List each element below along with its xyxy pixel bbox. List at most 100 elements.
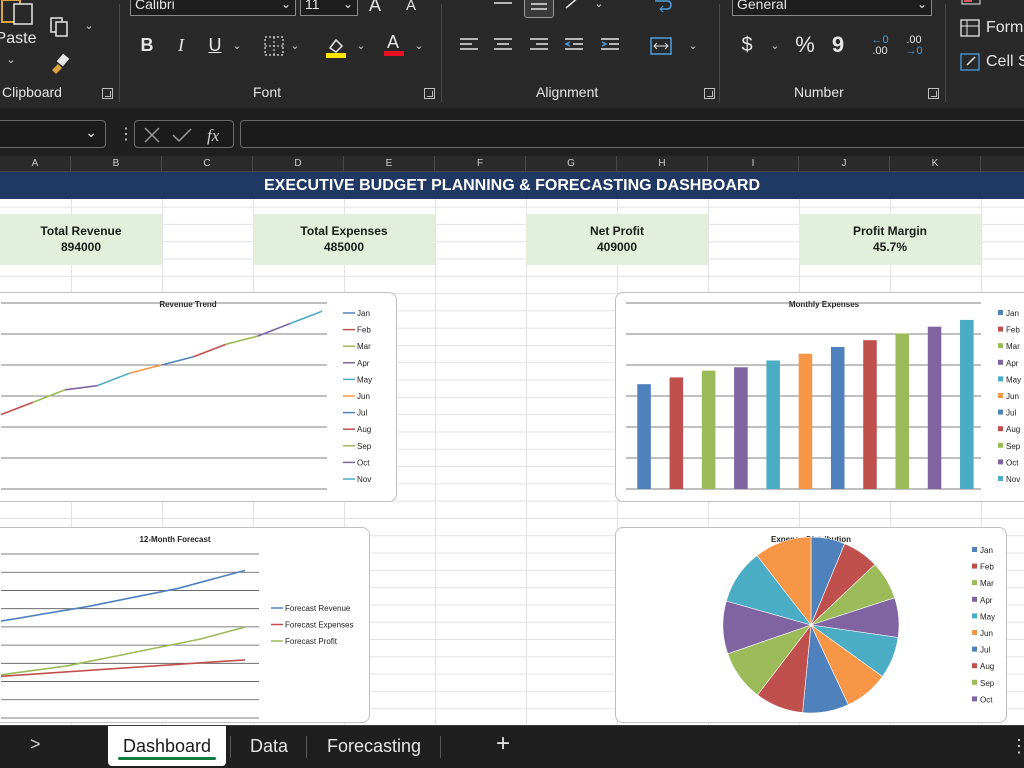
column-header-c[interactable]: C [162, 156, 253, 172]
currency-button[interactable]: $ [736, 34, 758, 56]
increase-indent-icon[interactable] [598, 34, 622, 56]
fill-color-icon[interactable] [324, 34, 348, 60]
font-color-glyph: A [387, 32, 399, 52]
cell-styles-button[interactable]: Cell S [986, 50, 1024, 74]
format-table-icon[interactable] [958, 16, 982, 40]
insert-function-icon[interactable]: fx [207, 126, 220, 145]
tab-dashboard[interactable]: Dashboard [108, 726, 226, 766]
font-launcher-icon[interactable] [424, 88, 435, 99]
tab-data[interactable]: Data [236, 726, 302, 766]
copy-icon[interactable] [46, 14, 72, 40]
kpi-value: 894000 [60, 240, 102, 254]
underline-dropdown-icon[interactable]: ⌄ [230, 38, 244, 52]
more-options-icon[interactable]: ⋮ [1010, 736, 1024, 757]
legend-label: Sep [980, 679, 995, 688]
underline-button[interactable]: U [204, 34, 226, 56]
clipboard-launcher-icon[interactable] [102, 88, 113, 99]
expense-distribution-chart[interactable]: Expense DistributionJanFebMarAprMayJunJu… [615, 527, 1007, 723]
grow-font-button[interactable]: A [364, 0, 386, 16]
align-center-icon[interactable] [492, 34, 514, 56]
legend-label: Jan [1006, 309, 1019, 318]
kpi-card-total-expenses[interactable]: Total Expenses 485000 [253, 214, 435, 265]
tab-forecasting[interactable]: Forecasting [312, 726, 436, 766]
borders-dropdown-icon[interactable]: ⌄ [288, 38, 302, 52]
cancel-icon[interactable] [144, 127, 160, 143]
column-header-g[interactable]: G [526, 156, 617, 172]
column-header-b[interactable]: B [71, 156, 162, 172]
italic-button[interactable]: I [170, 34, 192, 56]
legend-label: Forecast Profit [285, 637, 338, 646]
decrease-decimal-button[interactable]: .00 →0 [900, 34, 928, 58]
paste-dropdown-icon[interactable]: ⌄ [4, 52, 18, 66]
bold-button[interactable]: B [136, 34, 158, 56]
font-name-select[interactable]: Calibri ⌄ [130, 0, 296, 16]
comma-style-button[interactable]: 9 [828, 32, 848, 57]
wrap-text-icon[interactable] [650, 0, 674, 18]
forecast-series-line [0, 569, 246, 622]
column-header-h[interactable]: H [617, 156, 708, 172]
column-header-d[interactable]: D [253, 156, 344, 172]
monthly-expenses-chart[interactable]: Monthly Expenses Jan Feb Mar Apr May Jun Jul Aug… [615, 292, 1024, 502]
decrease-indent-icon[interactable] [562, 34, 586, 56]
column-header-e[interactable]: E [344, 156, 435, 172]
name-box[interactable]: ⌄ [0, 120, 106, 148]
number-launcher-icon[interactable] [928, 88, 939, 99]
font-size-select[interactable]: 11 ⌄ [300, 0, 358, 16]
line-segment [65, 384, 98, 391]
number-format-select[interactable]: General ⌄ [732, 0, 932, 16]
kpi-card-profit-margin[interactable]: Profit Margin 45.7% [799, 214, 981, 265]
more-dots-icon[interactable]: ⋮ [118, 124, 134, 144]
forecast-chart[interactable]: 12-Month Forecast Forecast Revenue Forecas… [0, 527, 370, 723]
legend-label: Mar [980, 579, 994, 588]
increase-decimal-button[interactable]: ←0.00 [866, 34, 894, 58]
font-color-dropdown-icon[interactable]: ⌄ [412, 38, 426, 52]
orientation-dropdown-icon[interactable]: ⌄ [592, 0, 606, 10]
merge-dropdown-icon[interactable]: ⌄ [686, 38, 700, 52]
kpi-card-net-profit[interactable]: Net Profit 409000 [526, 214, 708, 265]
column-header-i[interactable]: I [708, 156, 799, 172]
top-align-icon[interactable] [458, 0, 480, 10]
paste-button[interactable]: Paste [0, 28, 36, 50]
column-header-k[interactable]: K [890, 156, 981, 172]
line-segment [97, 372, 130, 387]
conditional-format-icon[interactable] [960, 0, 982, 8]
copy-dropdown-icon[interactable]: ⌄ [82, 18, 96, 32]
column-header-a[interactable]: A [0, 156, 71, 172]
chevron-down-icon: ⌄ [916, 0, 927, 11]
column-header-j[interactable]: J [799, 156, 890, 172]
legend-swatch [972, 663, 977, 669]
add-sheet-icon[interactable]: + [496, 730, 510, 758]
bottom-align-icon[interactable] [524, 0, 554, 18]
currency-dropdown-icon[interactable]: ⌄ [768, 38, 782, 52]
percent-button[interactable]: % [792, 32, 818, 57]
revenue-trend-chart[interactable]: Revenue Trend Jan Feb Mar Apr May Jun Jul Aug Sep… [0, 292, 397, 502]
worksheet-grid[interactable]: EXECUTIVE BUDGET PLANNING & FORECASTING … [0, 172, 1024, 725]
legend-swatch [998, 359, 1003, 365]
legend-swatch [998, 476, 1003, 481]
shrink-font-button[interactable]: A [400, 0, 422, 16]
format-painter-icon[interactable] [46, 50, 72, 76]
borders-icon[interactable] [262, 34, 286, 58]
middle-align-icon[interactable] [492, 0, 514, 10]
formula-input[interactable] [240, 120, 1024, 148]
bar [669, 377, 684, 489]
alignment-launcher-icon[interactable] [704, 88, 715, 99]
paste-icon[interactable] [0, 0, 40, 26]
orientation-icon[interactable] [562, 0, 586, 12]
column-header-l[interactable]: L [981, 156, 1024, 172]
chart-title: Monthly Expenses [789, 300, 860, 309]
font-color-icon[interactable]: A [382, 32, 406, 58]
tab-label: Forecasting [326, 736, 422, 756]
kpi-card-total-revenue[interactable]: Total Revenue 894000 [0, 214, 162, 265]
cell-styles-icon[interactable] [958, 50, 982, 74]
format-as-table-button[interactable]: Form [986, 16, 1023, 40]
enter-icon[interactable] [172, 128, 192, 143]
legend-swatch [998, 459, 1003, 465]
tab-scroll-right-icon[interactable]: > [30, 734, 41, 755]
fill-color-dropdown-icon[interactable]: ⌄ [354, 38, 368, 52]
align-left-icon[interactable] [458, 34, 480, 56]
merge-center-icon[interactable] [648, 34, 674, 58]
bar [766, 360, 780, 489]
align-right-icon[interactable] [528, 34, 550, 56]
column-header-f[interactable]: F [435, 156, 526, 172]
